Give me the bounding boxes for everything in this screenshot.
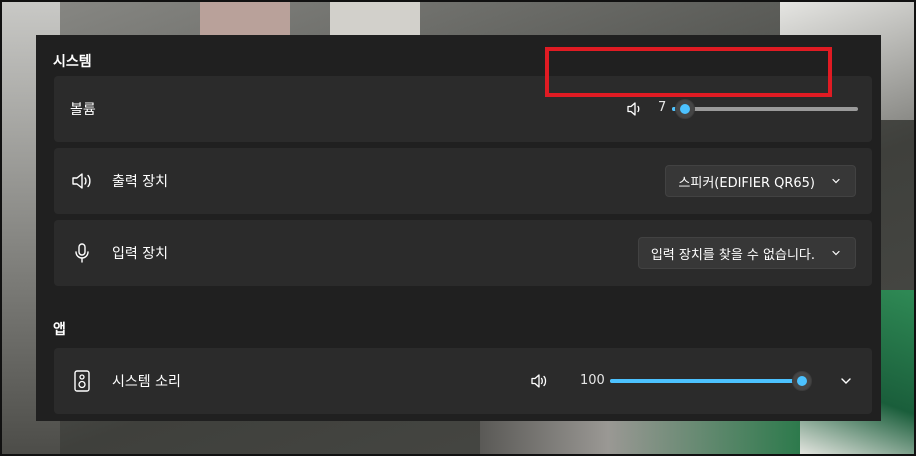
output-device-dropdown[interactable]: 스피커(EDIFIER QR65) <box>665 165 856 197</box>
input-device-dropdown[interactable]: 입력 장치를 찾을 수 없습니다. <box>637 237 856 269</box>
volume-slider[interactable] <box>672 99 858 119</box>
volume-card: 볼륨 7 <box>54 76 872 142</box>
app-volume-slider[interactable] <box>610 371 812 391</box>
speaker-icon[interactable] <box>530 372 548 390</box>
app-volume-slider-thumb[interactable] <box>792 371 812 391</box>
app-volume-control: 100 <box>530 369 860 393</box>
input-device-card: 입력 장치 입력 장치를 찾을 수 없습니다. <box>54 220 872 286</box>
volume-slider-thumb[interactable] <box>675 99 695 119</box>
apps-section-title: 앱 <box>53 322 66 338</box>
app-volume-slider-fill <box>610 379 802 383</box>
speaker-low-icon[interactable] <box>626 100 644 118</box>
expand-chevron-icon[interactable] <box>840 375 852 387</box>
microphone-icon <box>75 243 89 263</box>
app-volume-value: 100 <box>580 373 605 388</box>
volume-label: 볼륨 <box>70 102 96 118</box>
input-device-selected: 입력 장치를 찾을 수 없습니다. <box>650 247 815 263</box>
output-device-card: 출력 장치 스피커(EDIFIER QR65) <box>54 148 872 214</box>
chevron-down-icon <box>832 250 840 256</box>
volume-value: 7 <box>658 100 667 115</box>
sound-settings-panel: 시스템 볼륨 7 출력 장치 스피커(EDIFIER QR65) 입력 장치 입… <box>36 35 881 421</box>
chevron-down-icon <box>832 178 840 184</box>
system-sounds-icon <box>74 370 90 392</box>
output-device-selected: 스피커(EDIFIER QR65) <box>678 175 815 191</box>
system-section-title: 시스템 <box>53 54 92 70</box>
app-name: 시스템 소리 <box>112 374 181 390</box>
speaker-icon <box>72 173 91 189</box>
app-row-system-sounds: 시스템 소리 100 <box>54 348 872 414</box>
volume-control: 7 <box>606 97 860 121</box>
output-device-label: 출력 장치 <box>112 174 168 190</box>
input-device-label: 입력 장치 <box>112 246 168 262</box>
